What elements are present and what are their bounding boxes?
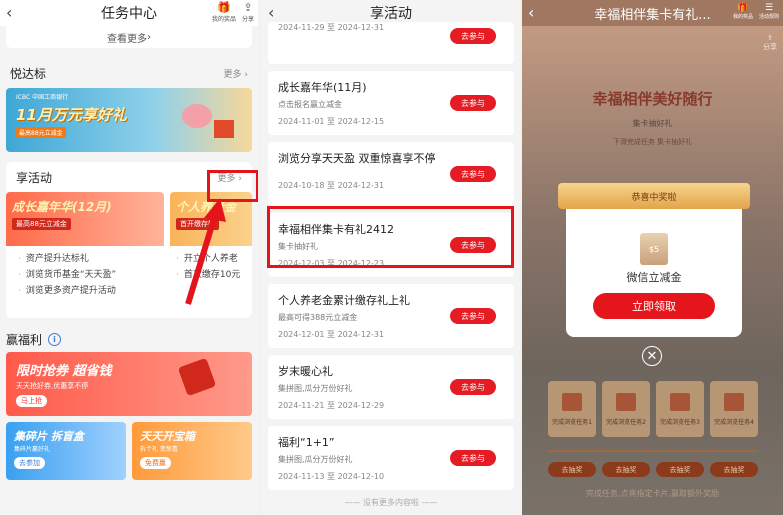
share-button[interactable]: ⇪ 分享 — [242, 1, 254, 24]
coupon-icon: $5 — [640, 233, 668, 265]
treasure-box-card[interactable]: 天天开宝箱 拆个礼 变惊喜 免费赢 — [132, 422, 252, 480]
task-card[interactable]: 完成浏览任务4 — [710, 381, 758, 437]
my-rewards-button[interactable]: 🎁 我的奖品 — [733, 3, 753, 20]
info-icon[interactable]: i — [48, 332, 62, 346]
section-title: 享活动 — [16, 170, 53, 185]
activity-card[interactable]: 成长嘉年华(12月) 最高88元立减金 资产提升达标礼 浏览货币基金“天天盈” … — [6, 192, 165, 312]
participate-button[interactable]: 去参与 — [450, 95, 496, 111]
activity-row[interactable]: 浏览分享天天盈 双重惊喜享不停 2024-10-18 至 2024-12-31 … — [268, 142, 514, 206]
gift-icon: 🎁 — [217, 1, 231, 14]
draw-button[interactable]: 去抽奖 — [602, 462, 650, 477]
list-item[interactable]: 资产提升达标礼 — [18, 251, 152, 267]
prize-modal: 恭喜中奖啦 $5 微信立减金 立即领取 — [558, 183, 750, 337]
participate-button[interactable]: 去参与 — [450, 166, 496, 182]
page-title: 任务中心 — [101, 6, 157, 22]
back-icon[interactable]: ‹ — [528, 3, 534, 22]
activity-row[interactable]: 个人养老金累计缴存礼上礼 最高可得388元立减金 2024-12-01 至 20… — [268, 284, 514, 348]
bank-logo: ICBC 中国工商银行 — [16, 94, 69, 101]
task-center-header: ‹ 任务中心 🎁 我的奖品 ⇪ 分享 — [0, 0, 258, 26]
campaign-tip: 下滑完成任务 集卡抽好礼 — [612, 138, 693, 146]
task-card[interactable]: 完成浏览任务1 — [548, 381, 596, 437]
activities-list-panel: ‹ 享活动 2024-11-29 至 2024-12-31 去参与 成长嘉年华(… — [262, 0, 520, 515]
task-center-panel: ‹ 任务中心 🎁 我的奖品 ⇪ 分享 查看更多 › 悦达标 更多 › ICBC 中国工… — [0, 0, 258, 515]
rules-icon: ☰ — [764, 3, 774, 13]
back-icon[interactable]: ‹ — [268, 3, 274, 22]
yuedabiao-section-header: 悦达标 更多 › — [0, 58, 258, 88]
share-icon: ⇪ — [767, 34, 773, 42]
welfare-section-header: 赢福利 i — [0, 326, 258, 352]
chevron-right-icon: › — [147, 31, 151, 43]
card-collection-panel: ‹ 幸福相伴集卡有礼... 🎁 我的奖品 ☰ 活动规则 ⇪ 分享 幸福相伴美好随行 集… — [522, 0, 783, 515]
share-icon: ⇪ — [243, 1, 253, 14]
participate-button[interactable]: 去参与 — [450, 308, 496, 324]
prize-name: 微信立减金 — [626, 271, 682, 284]
list-footer: —— 没有更多内容啦 —— — [344, 498, 438, 507]
campaign-footer: 完成任务,点亮指定卡片,赢取额外奖励 — [585, 489, 720, 498]
activity-row[interactable]: 成长嘉年华(11月) 点击报名赢立减金 2024-11-01 至 2024-12… — [268, 71, 514, 135]
rules-button[interactable]: ☰ 活动规则 — [759, 3, 779, 20]
claim-button[interactable]: 立即领取 — [593, 293, 715, 319]
view-more-link[interactable]: 查看更多 › — [6, 26, 252, 48]
participate-button[interactable]: 去参与 — [450, 379, 496, 395]
page-title: 享活动 — [370, 6, 412, 22]
close-icon[interactable]: ✕ — [642, 346, 662, 366]
gift-icon: 🎁 — [737, 3, 749, 13]
red-arrow-icon — [185, 198, 226, 305]
participate-button[interactable]: 去参与 — [450, 28, 496, 44]
prize-ribbon: 恭喜中奖啦 — [558, 183, 750, 209]
section-title: 悦达标 — [10, 66, 47, 81]
progress-track — [548, 450, 758, 452]
back-icon[interactable]: ‹ — [6, 3, 12, 22]
my-rewards-button[interactable]: 🎁 我的奖品 — [212, 1, 236, 24]
card-collection-header: ‹ 幸福相伴集卡有礼... 🎁 我的奖品 ☰ 活动规则 — [522, 0, 783, 26]
highlight-box-activity — [267, 206, 514, 268]
piggy-bank-image — [182, 104, 212, 128]
campaign-title: 幸福相伴美好随行 — [592, 90, 713, 108]
activity-row[interactable]: 福利“1+1” 集拼图,瓜分万份好礼 2024-11-13 至 2024-12-… — [268, 426, 514, 490]
gift-box-image — [214, 120, 234, 138]
task-card[interactable]: 完成浏览任务3 — [656, 381, 704, 437]
activity-row[interactable]: 2024-11-29 至 2024-12-31 去参与 — [268, 22, 514, 64]
join-button[interactable]: 去参加 — [14, 457, 45, 469]
banner-subtitle: 最高88元立减金 — [16, 127, 66, 138]
list-item[interactable]: 浏览更多资产提升活动 — [18, 283, 152, 299]
list-item[interactable]: 浏览货币基金“天天盈” — [18, 267, 152, 283]
campaign-subtitle: 集卡抽好礼 — [632, 119, 673, 128]
share-button[interactable]: ⇪ 分享 — [763, 34, 777, 52]
grab-coupon-button[interactable]: 马上抢 — [16, 395, 47, 407]
blind-box-card[interactable]: 集碎片 拆盲盒 集碎片赢好礼 去参加 — [6, 422, 126, 480]
more-link[interactable]: 更多 › — [224, 67, 248, 80]
activity-card-banner: 成长嘉年华(12月) 最高88元立减金 — [6, 192, 165, 246]
task-card[interactable]: 完成浏览任务2 — [602, 381, 650, 437]
promo-banner[interactable]: ICBC 中国工商银行 11月万元享好礼 最高88元立减金 — [6, 88, 252, 152]
free-win-button[interactable]: 免费赢 — [140, 457, 171, 469]
gift-icon — [670, 392, 690, 411]
section-title: 赢福利 — [6, 332, 43, 347]
gift-icon — [724, 392, 744, 411]
draw-button[interactable]: 去抽奖 — [710, 462, 758, 477]
participate-button[interactable]: 去参与 — [450, 450, 496, 466]
draw-button[interactable]: 去抽奖 — [656, 462, 704, 477]
gift-icon — [616, 392, 636, 411]
gift-icon — [562, 392, 582, 411]
draw-button[interactable]: 去抽奖 — [548, 462, 596, 477]
page-title: 幸福相伴集卡有礼... — [594, 7, 711, 23]
activity-row[interactable]: 岁末暖心礼 集拼图,瓜分万份好礼 2024-11-21 至 2024-12-29… — [268, 355, 514, 419]
coupon-promo-card[interactable]: 限时抢券 超省钱 天天抢好券,优惠享不停 马上抢 — [6, 352, 252, 416]
